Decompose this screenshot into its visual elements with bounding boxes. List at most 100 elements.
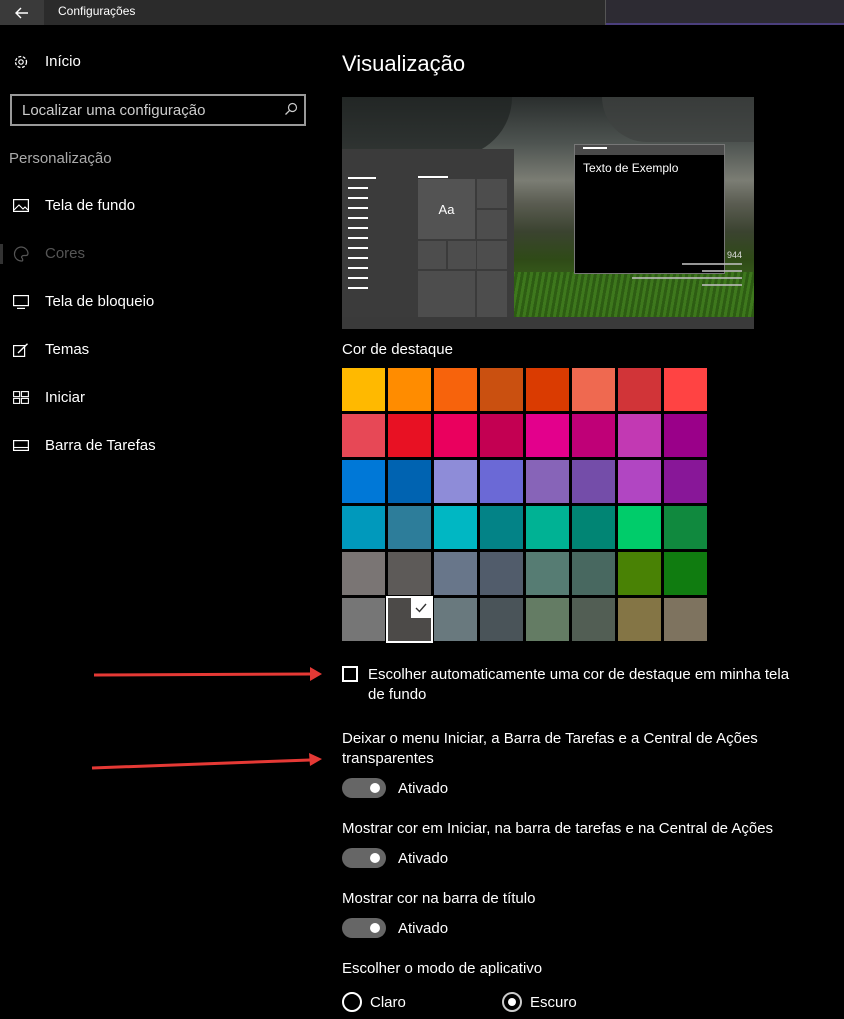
transparency-state: Ativado	[398, 779, 449, 797]
color-swatch[interactable]	[664, 368, 707, 411]
app-mode-label: Escolher o modo de aplicativo	[342, 960, 543, 977]
color-swatch[interactable]	[434, 414, 477, 457]
taskbar-icon	[10, 438, 32, 454]
app-mode-light-option[interactable]: Claro	[342, 992, 406, 1012]
color-swatch[interactable]	[342, 506, 385, 549]
show-color-title-toggle[interactable]	[342, 918, 386, 938]
color-swatch[interactable]	[526, 598, 569, 641]
color-swatch[interactable]	[434, 368, 477, 411]
transparency-setting: Ativado	[342, 778, 448, 798]
color-swatch[interactable]	[434, 598, 477, 641]
page-title: Visualização	[342, 51, 466, 76]
auto-accent-checkbox[interactable]	[342, 666, 358, 682]
color-swatch[interactable]	[664, 506, 707, 549]
back-arrow-icon	[15, 7, 28, 18]
preview-tile-text: Aa	[418, 179, 475, 239]
sidebar-item-themes[interactable]: Temas	[10, 341, 89, 358]
search-input[interactable]	[22, 100, 277, 120]
theme-preview: Aa Texto de Exemplo 944	[342, 97, 754, 329]
color-swatch[interactable]	[388, 460, 431, 503]
color-swatch[interactable]	[618, 460, 661, 503]
start-icon	[10, 390, 32, 406]
sidebar-item-taskbar[interactable]: Barra de Tarefas	[10, 437, 156, 454]
color-swatch[interactable]	[572, 368, 615, 411]
sidebar-item-lock-screen[interactable]: Tela de bloqueio	[10, 293, 154, 310]
preview-desktop-text	[622, 263, 742, 307]
color-swatch[interactable]	[342, 598, 385, 641]
color-swatch[interactable]	[342, 368, 385, 411]
color-swatch[interactable]	[434, 460, 477, 503]
checkmark-icon	[411, 598, 431, 618]
color-swatch[interactable]	[526, 414, 569, 457]
color-swatch[interactable]	[480, 460, 523, 503]
color-swatch[interactable]	[572, 598, 615, 641]
color-swatch[interactable]	[480, 368, 523, 411]
home-label: Início	[45, 53, 81, 70]
color-swatch[interactable]	[618, 368, 661, 411]
preview-corner-number: 944	[726, 250, 742, 260]
transparency-label: Deixar o menu Iniciar, a Barra de Tarefa…	[342, 730, 758, 767]
color-swatch[interactable]	[664, 598, 707, 641]
gear-icon	[10, 54, 32, 70]
color-swatch[interactable]	[618, 552, 661, 595]
accent-color-grid	[342, 368, 708, 646]
title-bar: Configurações	[0, 0, 844, 25]
color-swatch[interactable]	[386, 596, 433, 643]
color-swatch[interactable]	[480, 552, 523, 595]
color-swatch[interactable]	[526, 368, 569, 411]
color-swatch[interactable]	[664, 552, 707, 595]
search-icon[interactable]	[284, 102, 298, 116]
sidebar-item-background[interactable]: Tela de fundo	[10, 197, 135, 214]
sidebar-item-start[interactable]: Iniciar	[10, 389, 85, 406]
color-swatch[interactable]	[388, 552, 431, 595]
search-box[interactable]	[10, 94, 306, 126]
sidebar-item-colors[interactable]: Cores	[10, 245, 85, 262]
color-swatch[interactable]	[572, 552, 615, 595]
color-swatch[interactable]	[342, 552, 385, 595]
color-swatch[interactable]	[618, 414, 661, 457]
show-color-start-toggle[interactable]	[342, 848, 386, 868]
color-swatch[interactable]	[572, 460, 615, 503]
color-swatch[interactable]	[572, 506, 615, 549]
app-mode-dark-option[interactable]: Escuro	[502, 992, 577, 1012]
show-color-start-setting: Ativado	[342, 848, 448, 868]
active-indicator	[0, 244, 3, 264]
color-swatch[interactable]	[342, 414, 385, 457]
color-swatch[interactable]	[526, 506, 569, 549]
transparency-toggle[interactable]	[342, 778, 386, 798]
home-link[interactable]: Início	[10, 53, 81, 70]
color-swatch[interactable]	[526, 460, 569, 503]
picture-icon	[10, 198, 32, 214]
window-title: Configurações	[58, 4, 136, 18]
color-swatch[interactable]	[480, 414, 523, 457]
color-swatch[interactable]	[526, 552, 569, 595]
annotation-arrow-checkbox	[93, 667, 322, 681]
color-swatch[interactable]	[388, 414, 431, 457]
light-radio[interactable]	[342, 992, 362, 1012]
color-swatch[interactable]	[618, 506, 661, 549]
color-swatch[interactable]	[434, 506, 477, 549]
color-swatch[interactable]	[434, 552, 477, 595]
color-swatch[interactable]	[480, 506, 523, 549]
themes-icon	[10, 342, 32, 358]
show-color-title-label: Mostrar cor na barra de título	[342, 890, 536, 907]
light-label: Claro	[370, 993, 406, 1011]
auto-accent-option[interactable]: Escolher automaticamente uma cor de dest…	[342, 665, 802, 705]
dark-radio[interactable]	[502, 992, 522, 1012]
color-swatch[interactable]	[388, 368, 431, 411]
color-swatch[interactable]	[664, 414, 707, 457]
color-swatch[interactable]	[618, 598, 661, 641]
color-swatch[interactable]	[572, 414, 615, 457]
accent-color-label: Cor de destaque	[342, 341, 453, 358]
sidebar-item-label: Temas	[45, 341, 90, 358]
color-swatch[interactable]	[342, 460, 385, 503]
auto-accent-label: Escolher automaticamente uma cor de dest…	[368, 666, 790, 703]
show-color-start-label: Mostrar cor em Iniciar, na barra de tare…	[342, 820, 774, 837]
color-swatch[interactable]	[664, 460, 707, 503]
adjacent-window-edge	[605, 0, 844, 25]
back-button[interactable]	[0, 0, 44, 25]
palette-icon	[10, 245, 32, 262]
sidebar-item-label: Barra de Tarefas	[45, 437, 156, 454]
color-swatch[interactable]	[480, 598, 523, 641]
color-swatch[interactable]	[388, 506, 431, 549]
